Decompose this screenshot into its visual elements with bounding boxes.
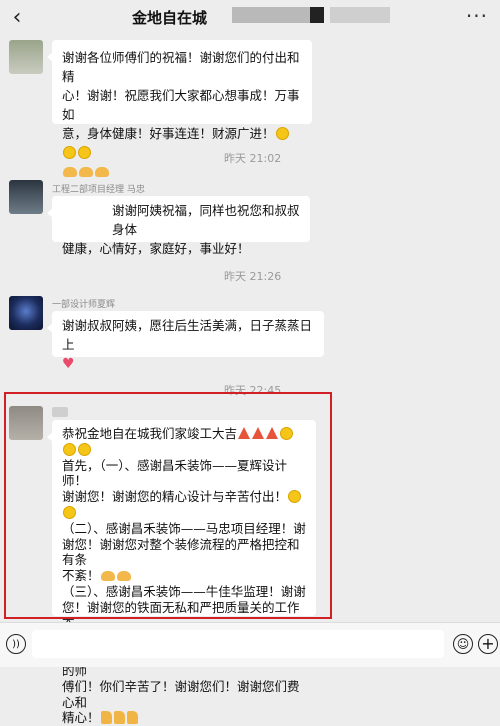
avatar[interactable] (9, 180, 43, 214)
handshake-icon (63, 167, 77, 177)
message-bubble[interactable]: 谢谢叔叔阿姨，愿往后生活美满，日子蒸蒸日上 ♥ (47, 311, 324, 372)
message-line: 精心！ (62, 710, 306, 726)
grin-emoji-icon (275, 127, 289, 140)
sender-name: 工程二部项目经理 马忠 (52, 185, 145, 195)
redacted-title (232, 7, 322, 23)
emoji-icon[interactable]: ☺ (453, 634, 473, 654)
grin-emoji-icon (78, 146, 91, 159)
message-line: 心！谢谢！祝愿我们大家都心想事成！万事如 (62, 88, 300, 122)
timestamp: 昨天 21:02 (224, 152, 282, 165)
avatar[interactable] (9, 296, 43, 330)
message-line: ♥ (62, 354, 314, 374)
thumbs-up-icon (100, 711, 112, 725)
message-line: 谢谢叔叔阿姨，愿往后生活美满，日子蒸蒸日上 (62, 318, 313, 352)
back-icon[interactable]: ‹ (6, 7, 28, 29)
more-icon[interactable]: ··· (466, 4, 488, 28)
message-line: 谢谢阿姨祝福，同样也祝您和叔叔身体 (112, 203, 300, 237)
thumbs-up-icon (113, 711, 125, 725)
grin-emoji-icon (63, 146, 76, 159)
message-input[interactable] (32, 630, 444, 658)
timestamp: 昨天 21:26 (224, 270, 282, 283)
redacted-title (330, 7, 390, 23)
message-text: 意，身体健康！好事连连！财源广进！ (62, 126, 275, 141)
message-text: 精心！ (62, 710, 100, 726)
voice-icon[interactable]: )) (6, 634, 26, 654)
chat-header: ‹ 金地自在城 ··· (0, 0, 500, 36)
message-bubble[interactable]: 谢谢各位师傅们的祝福！谢谢您们的付出和精 心！谢谢！祝愿我们大家都心想事成！万事… (47, 40, 312, 177)
input-bar: )) ☺ + (0, 622, 500, 667)
message-line: 谢谢各位师傅们的祝福！谢谢您们的付出和精 (62, 50, 300, 84)
redacted-title (310, 7, 324, 23)
message-bubble[interactable]: 谢谢阿姨祝福，同样也祝您和叔叔身体 健康，心情好，家庭好，事业好！ (47, 196, 310, 256)
sender-name: 一部设计师夏辉 (52, 300, 116, 310)
handshake-icon (79, 167, 93, 177)
handshake-icon (95, 167, 109, 177)
plus-icon[interactable]: + (478, 634, 498, 654)
avatar[interactable] (9, 40, 43, 74)
highlight-box (4, 392, 332, 619)
thumbs-up-icon (126, 711, 138, 725)
message-line: 健康，心情好，家庭好，事业好！ (62, 241, 250, 256)
chat-title: 金地自在城 (132, 9, 208, 27)
message-line: 傅们！你们辛苦了！谢谢您们！谢谢您们费心和 (62, 678, 300, 710)
heart-icon: ♥ (62, 356, 75, 372)
